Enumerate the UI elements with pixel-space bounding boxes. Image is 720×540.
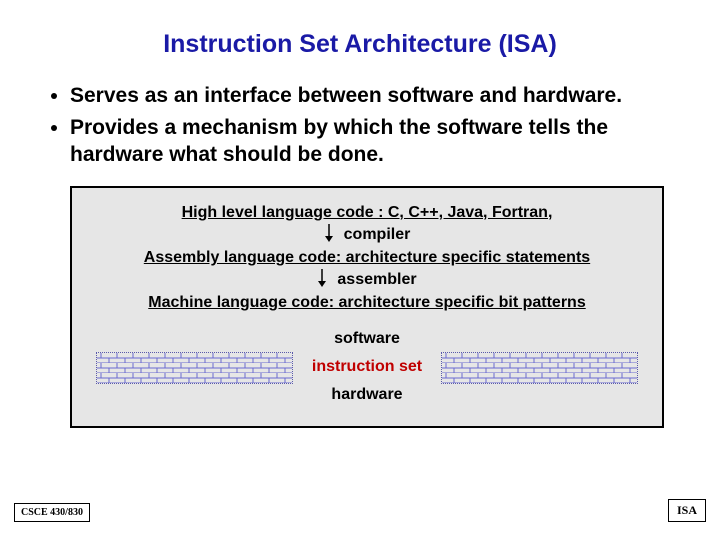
bullet-item: Provides a mechanism by which the softwa…	[70, 115, 660, 168]
bullet-list: Serves as an interface between software …	[70, 83, 660, 168]
stage-compiler-label: compiler	[344, 226, 411, 244]
diagram-line-hll: High level language code : C, C++, Java,…	[90, 204, 644, 222]
slide: Instruction Set Architecture (ISA) Serve…	[0, 0, 720, 540]
hardware-label: hardware	[90, 386, 644, 404]
stage-assembler-row: assembler	[90, 269, 644, 292]
brick-pattern-right	[441, 352, 638, 384]
arrow-down-icon	[324, 224, 334, 247]
stage-compiler-row: compiler	[90, 224, 644, 247]
diagram-line-asm: Assembly language code: architecture spe…	[90, 249, 644, 267]
bullet-item: Serves as an interface between software …	[70, 83, 660, 109]
instruction-set-row: instruction set	[96, 352, 638, 382]
sw-hw-section: software	[90, 330, 644, 404]
instruction-set-label: instruction set	[312, 358, 422, 376]
arrow-down-icon	[317, 269, 327, 292]
footer-course-code: CSCE 430/830	[14, 503, 90, 522]
diagram-box: High level language code : C, C++, Java,…	[70, 186, 664, 428]
footer-topic: ISA	[668, 499, 706, 522]
software-label: software	[90, 330, 644, 348]
stage-assembler-label: assembler	[337, 271, 416, 289]
slide-title: Instruction Set Architecture (ISA)	[0, 30, 720, 59]
diagram-line-machine: Machine language code: architecture spec…	[90, 294, 644, 312]
brick-pattern-left	[96, 352, 293, 384]
